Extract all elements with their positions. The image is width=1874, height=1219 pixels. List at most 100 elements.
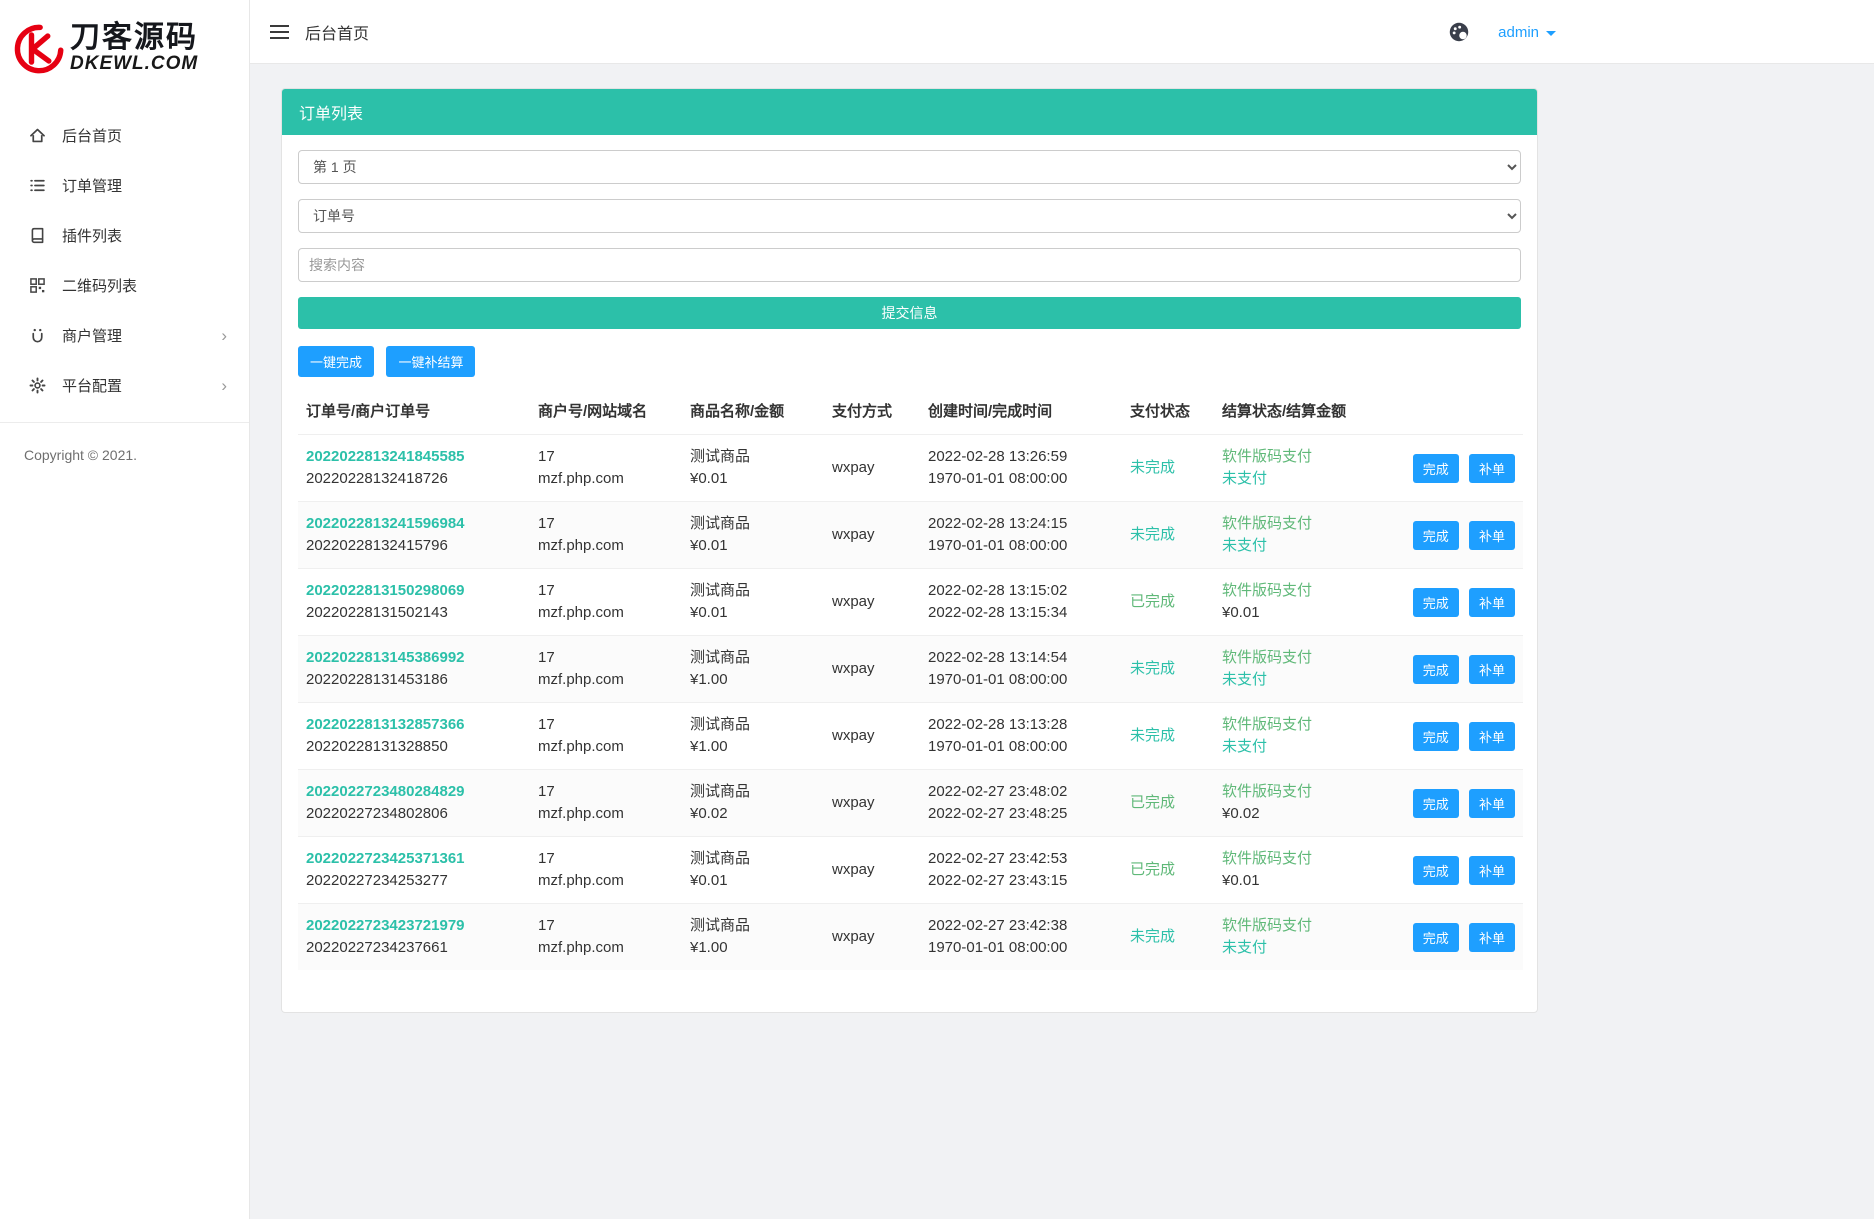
order-number-link[interactable]: 2022022813241845585 — [306, 446, 522, 468]
brand-logo-text: 刀客源码 DKEWL.COM — [70, 22, 198, 73]
complete-button[interactable]: 完成 — [1413, 454, 1459, 483]
complete-button[interactable]: 完成 — [1413, 655, 1459, 684]
product-name: 测试商品 — [690, 714, 816, 736]
supplement-button[interactable]: 补单 — [1469, 856, 1515, 885]
supplement-button[interactable]: 补单 — [1469, 655, 1515, 684]
order-number-link[interactable]: 2022022813145386992 — [306, 647, 522, 669]
username: admin — [1498, 24, 1539, 41]
app: 刀客源码 DKEWL.COM 后台首页 订单管理 插件列 — [0, 0, 1874, 1219]
pay-method-cell: wxpay — [824, 502, 920, 569]
table-header-row: 订单号/商户订单号 商户号/网站域名 商品名称/金额 支付方式 创建时间/完成时… — [298, 385, 1523, 435]
table-row: 2022022813241845585 20220228132418726 17… — [298, 435, 1523, 502]
settle-amount: 未支付 — [1222, 937, 1378, 959]
pay-status-cell: 未完成 — [1122, 502, 1214, 569]
complete-button[interactable]: 完成 — [1413, 521, 1459, 550]
merchant-cell: 17 mzf.php.com — [530, 636, 682, 703]
supplement-button[interactable]: 补单 — [1469, 789, 1515, 818]
sidebar-item-platform-config[interactable]: 平台配置 › — [0, 360, 249, 410]
settle-method: 软件版码支付 — [1222, 647, 1378, 669]
sidebar-item-label: 订单管理 — [62, 175, 122, 196]
panel-body: 第 1 页 订单号 提交信息 一键完成 一键补结算 — [282, 135, 1537, 1012]
merchant-domain: mzf.php.com — [538, 937, 674, 959]
merchant-order-number: 20220228131502143 — [306, 602, 522, 624]
settle-amount: 未支付 — [1222, 468, 1378, 490]
completed-time: 2022-02-27 23:43:15 — [928, 870, 1114, 892]
merchant-id: 17 — [538, 580, 674, 602]
top-bar-right: admin — [1448, 0, 1556, 64]
complete-button[interactable]: 完成 — [1413, 789, 1459, 818]
settle-cell: 软件版码支付 ¥0.02 — [1214, 770, 1386, 837]
column-header: 订单号/商户订单号 — [298, 385, 530, 435]
sidebar-item-qrcodes[interactable]: 二维码列表 — [0, 260, 249, 310]
pay-status-cell: 未完成 — [1122, 636, 1214, 703]
pay-method-cell: wxpay — [824, 636, 920, 703]
pay-status-cell: 已完成 — [1122, 569, 1214, 636]
supplement-button[interactable]: 补单 — [1469, 588, 1515, 617]
order-number-link[interactable]: 2022022723480284829 — [306, 781, 522, 803]
settle-cell: 软件版码支付 未支付 — [1214, 703, 1386, 770]
theme-palette-icon[interactable] — [1448, 21, 1470, 43]
column-header: 商品名称/金额 — [682, 385, 824, 435]
time-cell: 2022-02-28 13:14:54 1970-01-01 08:00:00 — [920, 636, 1122, 703]
settle-cell: 软件版码支付 ¥0.01 — [1214, 837, 1386, 904]
home-icon — [28, 126, 46, 144]
time-cell: 2022-02-27 23:42:38 1970-01-01 08:00:00 — [920, 904, 1122, 971]
complete-button[interactable]: 完成 — [1413, 588, 1459, 617]
chevron-right-icon: › — [221, 377, 227, 394]
completed-time: 1970-01-01 08:00:00 — [928, 535, 1114, 557]
submit-button[interactable]: 提交信息 — [298, 297, 1521, 329]
order-number-cell: 2022022813145386992 20220228131453186 — [298, 636, 530, 703]
complete-button[interactable]: 完成 — [1413, 923, 1459, 952]
sidebar-item-home[interactable]: 后台首页 — [0, 110, 249, 160]
row-actions-cell: 完成 补单 — [1386, 770, 1523, 837]
created-time: 2022-02-28 13:24:15 — [928, 513, 1114, 535]
order-list-panel: 订单列表 第 1 页 订单号 提交信息 一键完成 一键补结算 — [281, 88, 1538, 1013]
bulk-complete-button[interactable]: 一键完成 — [298, 346, 374, 377]
column-header: 结算状态/结算金额 — [1214, 385, 1386, 435]
pay-status-cell: 未完成 — [1122, 435, 1214, 502]
order-number-link[interactable]: 2022022813241596984 — [306, 513, 522, 535]
order-number-link[interactable]: 2022022813150298069 — [306, 580, 522, 602]
sidebar: 刀客源码 DKEWL.COM 后台首页 订单管理 插件列 — [0, 0, 250, 1219]
sidebar-item-label: 二维码列表 — [62, 275, 137, 296]
order-number-link[interactable]: 2022022723423721979 — [306, 915, 522, 937]
supplement-button[interactable]: 补单 — [1469, 454, 1515, 483]
created-time: 2022-02-27 23:42:38 — [928, 915, 1114, 937]
complete-button[interactable]: 完成 — [1413, 856, 1459, 885]
time-cell: 2022-02-28 13:15:02 2022-02-28 13:15:34 — [920, 569, 1122, 636]
pay-status-cell: 未完成 — [1122, 904, 1214, 971]
product-cell: 测试商品 ¥0.01 — [682, 837, 824, 904]
supplement-button[interactable]: 补单 — [1469, 923, 1515, 952]
created-time: 2022-02-28 13:15:02 — [928, 580, 1114, 602]
merchant-id: 17 — [538, 848, 674, 870]
product-amount: ¥0.02 — [690, 803, 816, 825]
search-input[interactable] — [298, 248, 1521, 282]
bulk-settle-button[interactable]: 一键补结算 — [386, 346, 475, 377]
settle-cell: 软件版码支付 ¥0.01 — [1214, 569, 1386, 636]
supplement-button[interactable]: 补单 — [1469, 722, 1515, 751]
table-row: 2022022723423721979 20220227234237661 17… — [298, 904, 1523, 971]
supplement-button[interactable]: 补单 — [1469, 521, 1515, 550]
pay-method-cell: wxpay — [824, 904, 920, 971]
order-number-link[interactable]: 2022022723425371361 — [306, 848, 522, 870]
user-menu[interactable]: admin — [1498, 24, 1556, 41]
merchant-id: 17 — [538, 446, 674, 468]
row-actions-cell: 完成 补单 — [1386, 502, 1523, 569]
order-number-cell: 2022022723480284829 20220227234802806 — [298, 770, 530, 837]
search-field-select[interactable]: 订单号 — [298, 199, 1521, 233]
page-select[interactable]: 第 1 页 — [298, 150, 1521, 184]
settle-amount: ¥0.01 — [1222, 870, 1378, 892]
settle-amount: 未支付 — [1222, 535, 1378, 557]
pay-status-badge: 未完成 — [1130, 459, 1175, 476]
merchant-order-number: 20220227234237661 — [306, 937, 522, 959]
merchant-icon — [28, 326, 46, 344]
qrcode-icon — [28, 276, 46, 294]
sidebar-item-orders[interactable]: 订单管理 — [0, 160, 249, 210]
sidebar-item-plugins[interactable]: 插件列表 — [0, 210, 249, 260]
sidebar-item-merchants[interactable]: 商户管理 › — [0, 310, 249, 360]
hamburger-menu-icon[interactable] — [268, 17, 291, 47]
order-number-link[interactable]: 2022022813132857366 — [306, 714, 522, 736]
product-name: 测试商品 — [690, 580, 816, 602]
merchant-domain: mzf.php.com — [538, 803, 674, 825]
complete-button[interactable]: 完成 — [1413, 722, 1459, 751]
